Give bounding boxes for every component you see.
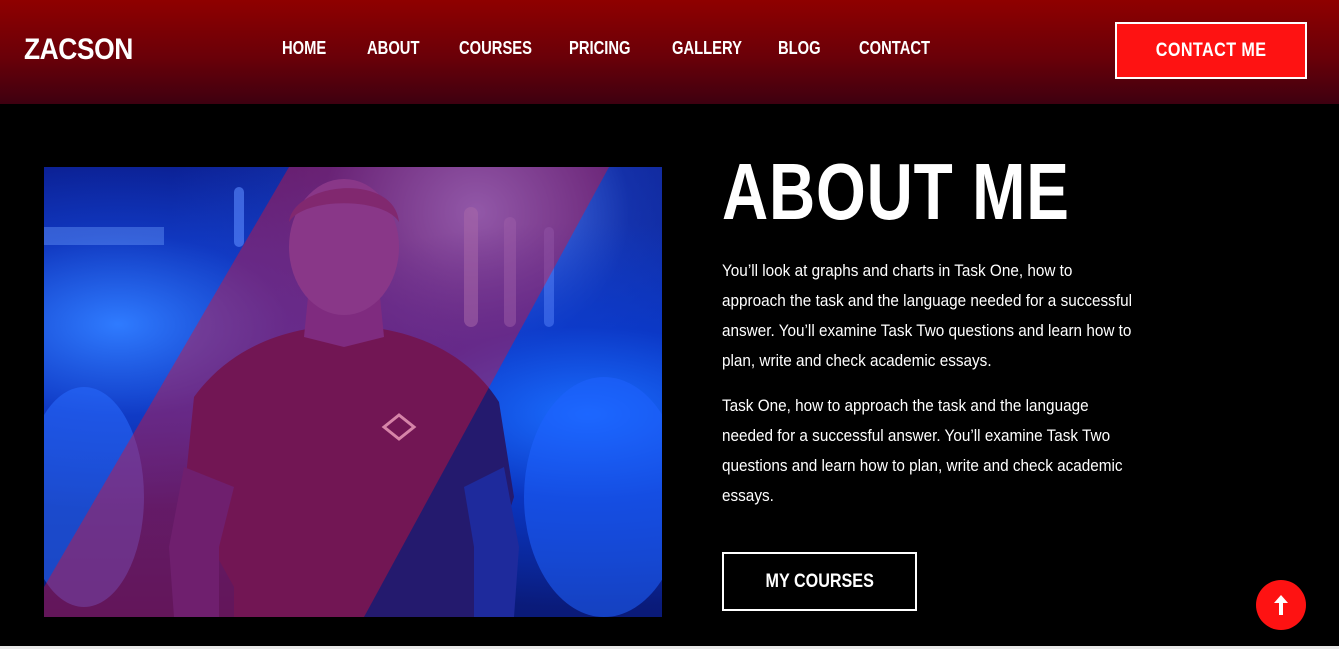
about-paragraph-1: You’ll look at graphs and charts in Task…	[722, 261, 1132, 370]
my-courses-button[interactable]: MY COURSES	[722, 552, 917, 611]
nav-about[interactable]: ABOUT	[367, 38, 419, 59]
logo[interactable]: ZACSON	[24, 33, 133, 67]
trainer-photo	[44, 167, 662, 617]
nav-courses[interactable]: COURSES	[459, 38, 532, 59]
about-title: ABOUT ME	[722, 147, 1070, 236]
about-paragraph-2: Task One, how to approach the task and t…	[722, 396, 1123, 505]
scroll-to-top-button[interactable]	[1256, 580, 1306, 630]
arrow-up-icon	[1274, 595, 1288, 615]
my-courses-label: MY COURSES	[765, 570, 874, 592]
nav-contact[interactable]: CONTACT	[859, 38, 930, 59]
site-header: ZACSON HOME ABOUT COURSES PRICING GALLER…	[0, 0, 1339, 104]
nav-home[interactable]: HOME	[282, 38, 326, 59]
nav-gallery[interactable]: GALLERY	[672, 38, 742, 59]
nav-blog[interactable]: BLOG	[778, 38, 821, 59]
contact-me-label: CONTACT ME	[1155, 39, 1267, 61]
trainer-illustration	[44, 167, 662, 617]
contact-me-button[interactable]: CONTACT ME	[1115, 22, 1307, 79]
nav-pricing[interactable]: PRICING	[569, 38, 631, 59]
